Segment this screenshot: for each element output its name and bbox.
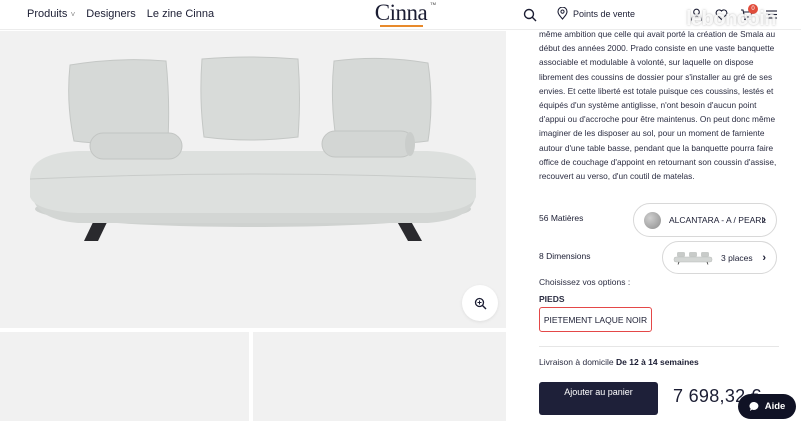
store-locator-label: Points de vente <box>573 8 636 19</box>
material-value: ALCANTARA - A / PEARL <box>669 215 767 225</box>
logo-trademark: TM <box>430 1 436 6</box>
main-nav: Produits ˅ Designers Le zine Cinna <box>27 8 214 20</box>
account-icon[interactable] <box>690 8 703 21</box>
material-selector[interactable]: ALCANTARA - A / PEARL › <box>633 203 777 237</box>
sofa-thumbnail-icon <box>673 251 713 265</box>
feet-option-selected[interactable]: PIETEMENT LAQUE NOIR <box>539 307 652 332</box>
chevron-right-icon: › <box>762 251 766 264</box>
dimensions-count-label: 8 Dimensions <box>539 251 591 261</box>
search-icon[interactable] <box>523 8 537 22</box>
help-label: Aide <box>764 401 786 412</box>
help-chat-button[interactable]: Aide <box>738 394 796 419</box>
cart-count-badge: 0 <box>748 4 758 14</box>
product-description: même ambition que celle qui avait porté … <box>539 29 777 182</box>
cinna-logo[interactable]: Cinna TM <box>366 1 436 27</box>
chat-bubble-icon <box>749 401 759 411</box>
section-divider <box>539 346 779 347</box>
heart-icon[interactable] <box>715 8 728 21</box>
materials-count-label: 56 Matières <box>539 213 584 223</box>
product-main-image[interactable] <box>0 31 506 328</box>
menu-icon[interactable] <box>765 8 778 21</box>
dimension-selector[interactable]: 3 places › <box>662 241 777 274</box>
options-label: Choisissez vos options : <box>539 277 631 287</box>
add-to-cart-button[interactable]: Ajouter au panier <box>539 382 658 415</box>
dimension-value: 3 places <box>721 252 753 263</box>
logo-wordmark: Cinna <box>374 0 428 25</box>
chevron-down-icon: ˅ <box>68 10 76 19</box>
zoom-button[interactable] <box>462 285 498 321</box>
cart-button[interactable]: 0 <box>740 4 758 26</box>
delivery-info: Livraison à domicile De 12 à 14 semaines <box>539 357 699 367</box>
fabric-swatch-icon <box>644 211 661 229</box>
nav-item-zine[interactable]: Le zine Cinna <box>147 8 214 20</box>
store-locator-link[interactable]: Points de vente <box>557 7 635 20</box>
location-pin-icon <box>557 7 568 20</box>
zoom-in-icon <box>474 297 486 309</box>
delivery-time: De 12 à 14 semaines <box>616 357 699 367</box>
gallery-thumbnail[interactable] <box>253 332 506 421</box>
header-actions: 0 <box>690 4 778 26</box>
feet-option-label: PIEDS <box>539 294 565 304</box>
sofa-image <box>29 56 477 241</box>
delivery-label: Livraison à domicile <box>539 357 614 367</box>
logo-underline <box>379 25 423 27</box>
chevron-right-icon: › <box>762 214 766 226</box>
nav-item-designers[interactable]: Designers <box>86 8 136 20</box>
gallery-thumbnail[interactable] <box>0 332 249 421</box>
nav-item-produits[interactable]: Produits ˅ <box>27 8 75 20</box>
site-header: Produits ˅ Designers Le zine Cinna Cinna… <box>0 0 801 30</box>
